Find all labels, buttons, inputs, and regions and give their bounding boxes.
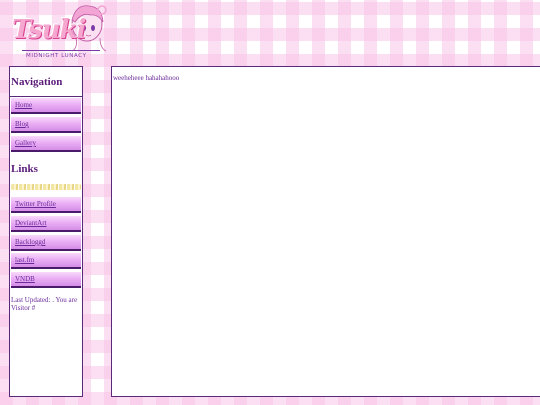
- logo-title: Tsuki: [12, 15, 86, 45]
- nav-link-home[interactable]: Home: [11, 98, 81, 113]
- link-vndb[interactable]: VNDB: [11, 272, 81, 287]
- heading-divider: [10, 96, 82, 97]
- nav-item-home[interactable]: Home: [11, 98, 81, 114]
- link-item-lastfm[interactable]: last.fm: [11, 253, 81, 269]
- sparkle-divider-icon: [11, 184, 81, 190]
- link-item-twitter[interactable]: Twitter Profile: [11, 197, 81, 213]
- link-deviantart[interactable]: DeviantArt: [11, 216, 81, 231]
- link-item-vndb[interactable]: VNDB: [11, 272, 81, 288]
- nav-link-gallery[interactable]: Gallery: [11, 136, 81, 151]
- link-item-deviantart[interactable]: DeviantArt: [11, 216, 81, 232]
- logo-subtitle: MIDNIGHT LUNACY: [26, 53, 87, 59]
- link-twitter-profile[interactable]: Twitter Profile: [11, 197, 81, 212]
- logo-underline: [22, 50, 100, 51]
- nav-item-gallery[interactable]: Gallery: [11, 136, 81, 152]
- sidebar: Navigation Home Blog Gallery Links Twitt…: [9, 66, 83, 397]
- main-body-text: weeheheee hahahahooo: [113, 74, 180, 82]
- link-lastfm[interactable]: last.fm: [11, 253, 81, 268]
- last-updated-visitor-text: Last Updated: . You are Visitor #: [11, 296, 78, 312]
- link-backloggd[interactable]: Backloggd: [11, 235, 81, 250]
- site-logo: Tsuki MIDNIGHT LUNACY: [10, 2, 107, 62]
- link-item-backloggd[interactable]: Backloggd: [11, 235, 81, 251]
- navigation-heading: Navigation: [11, 76, 63, 88]
- nav-item-blog[interactable]: Blog: [11, 117, 81, 133]
- main-content-panel: weeheheee hahahahooo: [111, 66, 540, 397]
- links-heading: Links: [11, 163, 38, 175]
- nav-link-blog[interactable]: Blog: [11, 117, 81, 132]
